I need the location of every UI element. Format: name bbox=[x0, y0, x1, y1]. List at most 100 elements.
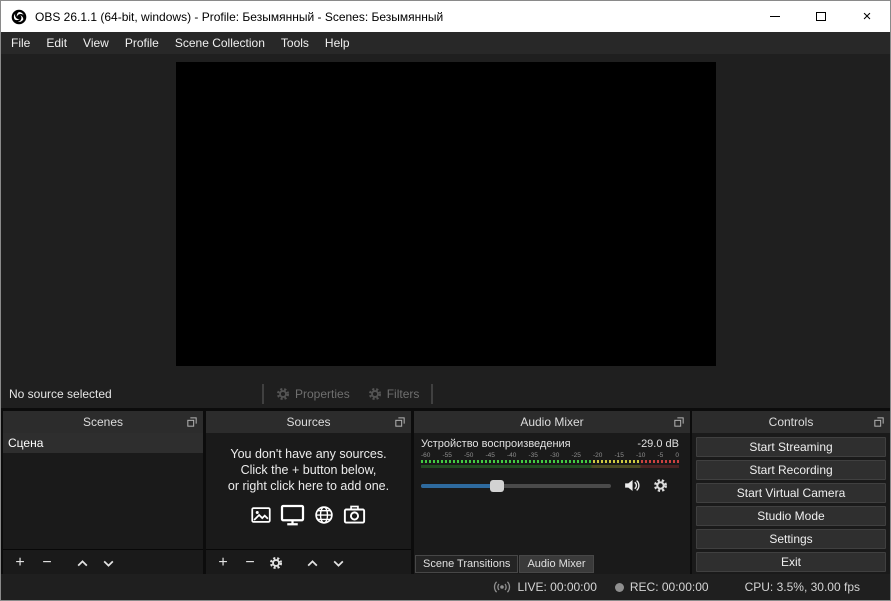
sources-empty-line: You don't have any sources. bbox=[206, 446, 411, 462]
menu-tools[interactable]: Tools bbox=[273, 32, 317, 54]
menu-bar: File Edit View Profile Scene Collection … bbox=[1, 32, 890, 54]
scale-tick: -25 bbox=[572, 452, 581, 459]
volume-control-row bbox=[421, 477, 681, 494]
scale-tick: -10 bbox=[636, 452, 645, 459]
move-source-down-button[interactable] bbox=[332, 557, 345, 570]
toolbar-separator bbox=[262, 384, 264, 404]
sources-empty-state: You don't have any sources. Click the + … bbox=[206, 446, 411, 494]
scale-tick: -35 bbox=[529, 452, 538, 459]
audio-mixer-body: Устройство воспроизведения -29.0 dB -60 … bbox=[414, 433, 690, 549]
close-icon: × bbox=[863, 9, 872, 24]
title-bar[interactable]: OBS 26.1.1 (64-bit, windows) - Profile: … bbox=[1, 1, 890, 32]
scene-item[interactable]: Сцена bbox=[3, 433, 203, 453]
properties-button[interactable]: Properties bbox=[267, 382, 359, 406]
audio-mixer-dock-header[interactable]: Audio Mixer bbox=[414, 411, 690, 433]
move-scene-up-button[interactable] bbox=[76, 557, 89, 570]
studio-mode-button[interactable]: Studio Mode bbox=[696, 506, 886, 526]
menu-help[interactable]: Help bbox=[317, 32, 358, 54]
volume-slider-handle[interactable] bbox=[490, 480, 504, 492]
live-status: LIVE: 00:00:00 bbox=[517, 580, 596, 594]
dock-float-icon[interactable] bbox=[395, 417, 405, 427]
maximize-button[interactable] bbox=[798, 1, 844, 32]
audio-level-db: -29.0 dB bbox=[637, 438, 679, 450]
minimize-icon bbox=[770, 16, 780, 17]
scale-tick: -30 bbox=[550, 452, 559, 459]
scale-tick: 0 bbox=[675, 452, 679, 459]
maximize-icon bbox=[816, 12, 826, 21]
speaker-icon[interactable] bbox=[623, 477, 640, 494]
scenes-dock: Scenes Сцена + − bbox=[3, 411, 203, 576]
status-bar: LIVE: 00:00:00 REC: 00:00:00 CPU: 3.5%, … bbox=[1, 574, 890, 600]
move-scene-down-button[interactable] bbox=[102, 557, 115, 570]
scale-tick: -50 bbox=[464, 452, 473, 459]
menu-file[interactable]: File bbox=[3, 32, 38, 54]
source-toolbar: No source selected Properties Filters bbox=[1, 379, 890, 408]
source-properties-gear-icon[interactable] bbox=[269, 556, 283, 570]
dock-tab-bar: Scene Transitions Audio Mixer bbox=[415, 555, 594, 573]
start-virtual-camera-button[interactable]: Start Virtual Camera bbox=[696, 483, 886, 503]
gear-icon bbox=[368, 387, 382, 401]
audio-mixer-dock: Audio Mixer Устройство воспроизведения -… bbox=[414, 411, 690, 576]
rec-icon bbox=[615, 583, 624, 592]
dock-float-icon[interactable] bbox=[874, 417, 884, 427]
controls-body: Start Streaming Start Recording Start Vi… bbox=[692, 433, 890, 576]
start-streaming-button[interactable]: Start Streaming bbox=[696, 437, 886, 457]
sources-list[interactable]: You don't have any sources. Click the + … bbox=[206, 433, 411, 549]
mixer-channel-header: Устройство воспроизведения -29.0 dB bbox=[421, 438, 679, 450]
toolbar-separator bbox=[431, 384, 433, 404]
volume-slider[interactable] bbox=[421, 484, 611, 488]
scenes-toolbar: + − bbox=[3, 549, 203, 576]
scale-tick: -40 bbox=[507, 452, 516, 459]
sources-dock-title: Sources bbox=[286, 415, 330, 429]
properties-button-label: Properties bbox=[295, 387, 350, 401]
mixer-settings-gear-icon[interactable] bbox=[653, 478, 668, 493]
scenes-dock-header[interactable]: Scenes bbox=[3, 411, 203, 433]
remove-source-button[interactable]: − bbox=[242, 554, 258, 572]
scenes-dock-title: Scenes bbox=[83, 415, 123, 429]
move-source-up-button[interactable] bbox=[306, 557, 319, 570]
close-button[interactable]: × bbox=[844, 1, 890, 32]
scale-tick: -20 bbox=[593, 452, 602, 459]
scale-tick: -60 bbox=[421, 452, 430, 459]
scale-tick: -5 bbox=[658, 452, 664, 459]
filters-button[interactable]: Filters bbox=[359, 382, 429, 406]
dock-float-icon[interactable] bbox=[674, 417, 684, 427]
dock-float-icon[interactable] bbox=[187, 417, 197, 427]
image-icon bbox=[251, 505, 271, 525]
scale-tick: -45 bbox=[486, 452, 495, 459]
audio-mixer-dock-title: Audio Mixer bbox=[520, 415, 583, 429]
sources-empty-line: or right click here to add one. bbox=[206, 478, 411, 494]
add-source-button[interactable]: + bbox=[215, 554, 231, 572]
remove-scene-button[interactable]: − bbox=[39, 554, 55, 572]
start-recording-button[interactable]: Start Recording bbox=[696, 460, 886, 480]
tab-audio-mixer[interactable]: Audio Mixer bbox=[519, 555, 593, 573]
source-type-icons bbox=[206, 503, 411, 527]
filters-button-label: Filters bbox=[387, 387, 420, 401]
audio-device-name: Устройство воспроизведения bbox=[421, 438, 571, 450]
controls-dock-header[interactable]: Controls bbox=[692, 411, 890, 433]
cpu-status: CPU: 3.5%, 30.00 fps bbox=[745, 580, 860, 594]
menu-edit[interactable]: Edit bbox=[38, 32, 75, 54]
rec-status: REC: 00:00:00 bbox=[630, 580, 709, 594]
settings-button[interactable]: Settings bbox=[696, 529, 886, 549]
controls-dock-title: Controls bbox=[769, 415, 814, 429]
display-icon bbox=[280, 503, 305, 527]
no-source-label: No source selected bbox=[9, 387, 112, 401]
exit-button[interactable]: Exit bbox=[696, 552, 886, 572]
sources-dock-header[interactable]: Sources bbox=[206, 411, 411, 433]
menu-profile[interactable]: Profile bbox=[117, 32, 167, 54]
menu-scene-collection[interactable]: Scene Collection bbox=[167, 32, 273, 54]
scenes-list[interactable]: Сцена bbox=[3, 433, 203, 549]
sources-dock: Sources You don't have any sources. Clic… bbox=[206, 411, 411, 576]
tab-scene-transitions[interactable]: Scene Transitions bbox=[415, 555, 518, 573]
add-scene-button[interactable]: + bbox=[12, 554, 28, 572]
sources-toolbar: + − bbox=[206, 549, 411, 576]
preview-canvas[interactable] bbox=[176, 62, 716, 366]
obs-window: OBS 26.1.1 (64-bit, windows) - Profile: … bbox=[0, 0, 891, 601]
menu-view[interactable]: View bbox=[75, 32, 117, 54]
scale-tick: -55 bbox=[443, 452, 452, 459]
sources-empty-line: Click the + button below, bbox=[206, 462, 411, 478]
volume-meter-ticks bbox=[421, 460, 679, 463]
preview-area bbox=[1, 54, 890, 379]
minimize-button[interactable] bbox=[752, 1, 798, 32]
